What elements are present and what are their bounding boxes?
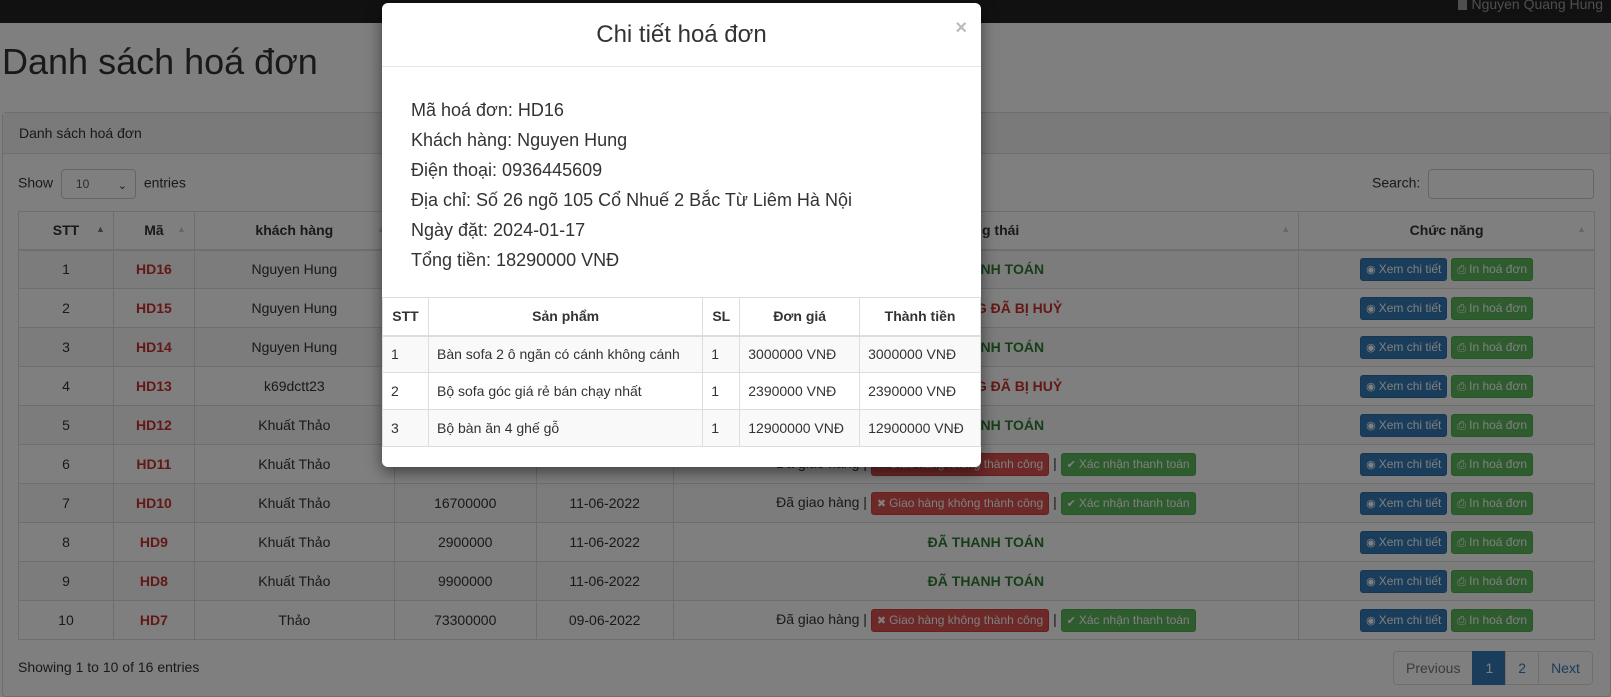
- field-invoice-code: Mã hoá đơn: HD16: [411, 100, 564, 120]
- field-total: Tổng tiền: 18290000 VNĐ: [411, 250, 620, 270]
- modal-header: Chi tiết hoá đơn ×: [382, 3, 981, 67]
- invoice-detail-modal: Chi tiết hoá đơn × Mã hoá đơn: HD16 Khác…: [382, 3, 981, 467]
- order-items-table: STT Sản phẩm SL Đơn giá Thành tiền 1 Bàn …: [382, 297, 981, 447]
- item-product: Bộ bàn ăn 4 ghế gỗ: [427, 409, 704, 447]
- item-row: 3 Bộ bàn ăn 4 ghế gỗ 1 12900000 VNĐ 12900000…: [382, 409, 981, 447]
- item-row: 2 Bộ sofa góc giá rẻ bán chạy nhất 1 239000…: [382, 372, 981, 410]
- modal-body: Mã hoá đơn: HD16 Khách hàng: Nguyen Hung…: [382, 67, 981, 275]
- item-stt: 3: [382, 409, 429, 447]
- item-price: 2390000 VNĐ: [739, 372, 861, 410]
- item-qty: 1: [702, 409, 741, 447]
- item-row: 1 Bàn sofa 2 ô ngăn có cánh không cánh 1 30…: [382, 335, 981, 373]
- item-amount: 12900000 VNĐ: [859, 409, 981, 447]
- th-item-stt: STT: [382, 297, 429, 337]
- field-customer: Khách hàng: Nguyen Hung: [411, 130, 628, 150]
- items-header-row: STT Sản phẩm SL Đơn giá Thành tiền: [382, 297, 981, 337]
- item-amount: 3000000 VNĐ: [859, 335, 981, 373]
- item-product: Bộ sofa góc giá rẻ bán chạy nhất: [427, 372, 704, 410]
- th-item-qty: SL: [702, 297, 741, 337]
- item-stt: 2: [382, 372, 429, 410]
- item-amount: 2390000 VNĐ: [859, 372, 981, 410]
- item-product: Bàn sofa 2 ô ngăn có cánh không cánh: [427, 335, 704, 373]
- item-qty: 1: [702, 372, 741, 410]
- field-phone: Điện thoại: 0936445609: [411, 160, 603, 180]
- item-qty: 1: [702, 335, 741, 373]
- item-price: 12900000 VNĐ: [739, 409, 861, 447]
- th-item-product: Sản phẩm: [427, 297, 704, 337]
- th-item-price: Đơn giá: [739, 297, 861, 337]
- modal-title: Chi tiết hoá đơn: [596, 21, 767, 48]
- item-price: 3000000 VNĐ: [739, 335, 861, 373]
- field-address: Địa chỉ: Số 26 ngõ 105 Cổ Nhuế 2 Bắc Từ …: [411, 190, 852, 210]
- item-stt: 1: [382, 335, 429, 373]
- field-order-date: Ngày đặt: 2024-01-17: [411, 220, 586, 240]
- th-item-amount: Thành tiền: [859, 297, 981, 337]
- close-icon[interactable]: ×: [955, 17, 967, 40]
